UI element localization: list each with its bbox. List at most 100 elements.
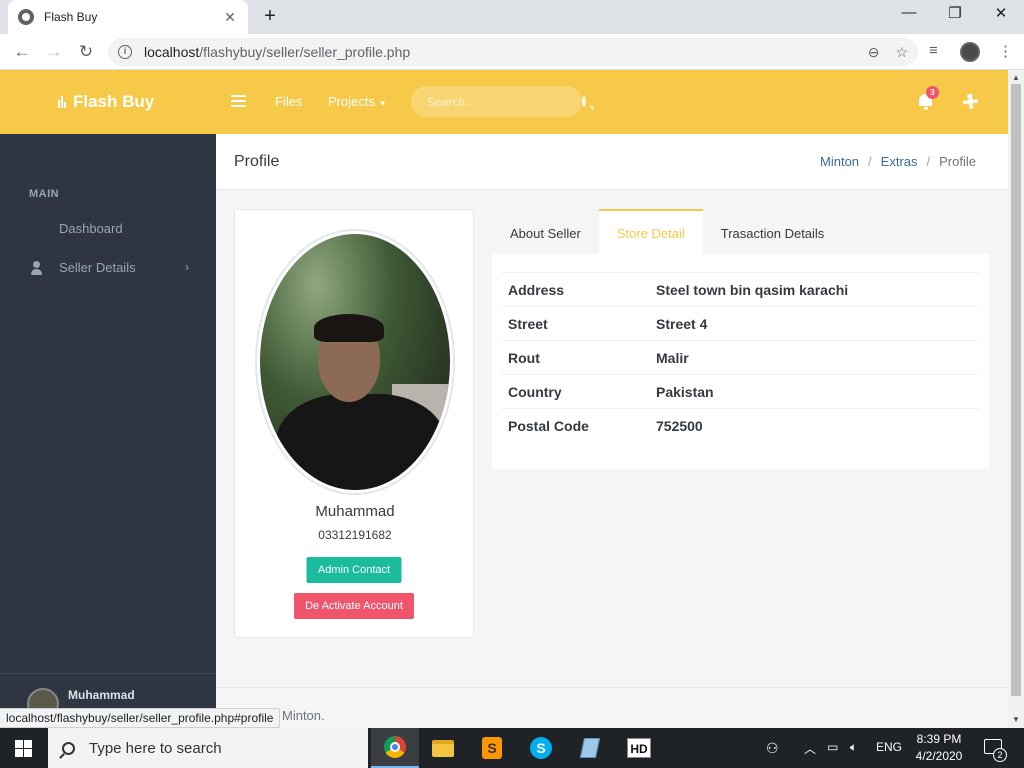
search-box[interactable] [411, 86, 586, 117]
detail-value: Street 4 [650, 306, 979, 341]
scrollbar[interactable]: ▲ ▼ [1008, 70, 1024, 728]
footer-text: Minton. [282, 708, 325, 723]
notification-badge: 3 [926, 86, 939, 99]
brand-logo[interactable]: Flash Buy [58, 92, 154, 112]
clock-time: 8:39 PM [916, 732, 962, 746]
profile-tabs: About Seller Store Detail Trasaction Det… [492, 209, 989, 255]
profile-card: Muhammad 03312191682 Admin Contact De Ac… [234, 209, 474, 638]
address-bar[interactable]: i localhost/flashybuy/seller/seller_prof… [108, 38, 918, 66]
windows-start-icon[interactable] [15, 740, 32, 757]
user-icon [30, 260, 43, 275]
store-detail-table: Address Steel town bin qasim karachi Stre… [502, 272, 979, 443]
dashboard-icon [30, 222, 43, 235]
taskbar: Type here to search S S HD ⚇ ︿ ▭ 🔈︎ ENG … [0, 728, 1024, 768]
page-title: Profile [234, 153, 280, 170]
people-icon[interactable]: ⚇ [766, 740, 779, 757]
notepad-taskbar-icon[interactable] [566, 728, 614, 768]
sidebar-section-title: MAIN [29, 188, 60, 200]
browser-tab[interactable]: Flash Buy ✕ [8, 0, 248, 34]
system-clock[interactable]: 8:39 PM 4/2/2020 [904, 731, 974, 765]
action-center-count: 2 [993, 748, 1007, 762]
scrollbar-thumb[interactable] [1011, 84, 1021, 696]
taskbar-search[interactable]: Type here to search [48, 728, 368, 768]
sidebar-user-name: Muhammad [68, 688, 135, 702]
deactivate-account-button[interactable]: De Activate Account [294, 593, 414, 619]
caret-down-icon: ▼ [378, 99, 387, 108]
file-explorer-taskbar-icon[interactable] [419, 728, 467, 768]
bookmark-star-icon[interactable]: ☆ [895, 44, 908, 61]
sidebar: MAIN Dashboard Seller Details › Muhammad [0, 134, 216, 728]
scroll-up-icon[interactable]: ▲ [1012, 73, 1020, 82]
detail-value: Steel town bin qasim karachi [650, 272, 979, 307]
detail-value: Pakistan [650, 374, 979, 409]
globe-icon [18, 9, 34, 25]
breadcrumb-link-extras[interactable]: Extras [881, 154, 918, 169]
breadcrumb-link-minton[interactable]: Minton [820, 154, 859, 169]
profile-name: Muhammad [315, 503, 395, 520]
detail-key: Address [502, 272, 650, 307]
forward-button[interactable]: → [42, 40, 66, 64]
nav-link-projects[interactable]: Projects ▼ [328, 94, 387, 109]
close-tab-icon[interactable]: ✕ [222, 9, 238, 26]
media-control-icon[interactable]: ≡ [929, 42, 938, 59]
sublime-text-taskbar-icon[interactable]: S [468, 728, 516, 768]
store-detail-panel: Address Steel town bin qasim karachi Stre… [492, 254, 989, 469]
sidebar-item-dashboard[interactable]: Dashboard [0, 210, 216, 246]
status-bar-url: localhost/flashybuy/seller/seller_profil… [0, 708, 281, 728]
detail-key: Street [502, 306, 650, 341]
skype-taskbar-icon[interactable]: S [517, 728, 565, 768]
zoom-icon[interactable]: ⊖ [868, 44, 880, 61]
admin-contact-button[interactable]: Admin Contact [306, 557, 402, 583]
search-input[interactable] [427, 94, 582, 109]
hd-app-taskbar-icon[interactable]: HD [615, 728, 663, 768]
search-icon[interactable] [582, 96, 586, 107]
volume-icon[interactable]: 🔈︎ [850, 740, 857, 755]
breadcrumb: Minton / Extras / Profile [820, 154, 976, 169]
reload-button[interactable]: ↻ [74, 40, 98, 64]
tab-store-detail[interactable]: Store Detail [598, 209, 703, 255]
table-row: Street Street 4 [502, 306, 979, 341]
profile-photo [255, 229, 455, 495]
browser-menu-icon[interactable]: ⋮ [998, 42, 1013, 60]
clock-date: 4/2/2020 [915, 749, 963, 763]
detail-key: Country [502, 374, 650, 409]
new-tab-button[interactable]: + [258, 5, 282, 28]
table-row: Country Pakistan [502, 374, 979, 409]
chevron-right-icon: › [185, 260, 189, 274]
profile-phone: 03312191682 [318, 528, 392, 542]
tab-title: Flash Buy [44, 10, 98, 24]
detail-key: Rout [502, 340, 650, 375]
table-row: Rout Malir [502, 340, 979, 375]
search-icon [62, 741, 75, 755]
tab-transaction-details[interactable]: Trasaction Details [703, 209, 843, 255]
close-window-button[interactable]: ✕ [978, 4, 1024, 22]
detail-value: 752500 [650, 408, 979, 443]
browser-tab-strip: Flash Buy ✕ + — ❐ ✕ [0, 0, 1024, 34]
language-indicator[interactable]: ENG [876, 740, 902, 754]
minimize-button[interactable]: — [886, 4, 932, 21]
detail-value: Malir [650, 340, 979, 375]
detail-key: Postal Code [502, 408, 650, 443]
table-row: Postal Code 752500 [502, 408, 979, 443]
chrome-taskbar-icon[interactable] [371, 728, 419, 768]
gear-icon[interactable] [963, 94, 978, 109]
info-icon[interactable]: i [118, 45, 132, 59]
scroll-down-icon[interactable]: ▼ [1012, 715, 1020, 724]
app-viewport: Flash Buy Files Projects ▼ 3 MAIN Dashbo… [0, 70, 1008, 728]
restore-button[interactable]: ❐ [932, 4, 978, 22]
breadcrumb-current: Profile [939, 154, 976, 169]
tray-chevron-icon[interactable]: ︿ [804, 740, 816, 757]
menu-toggle-icon[interactable] [231, 95, 246, 107]
tab-about-seller[interactable]: About Seller [492, 209, 599, 255]
taskbar-search-text: Type here to search [89, 739, 222, 757]
bar-chart-icon [58, 96, 66, 108]
profile-avatar-icon[interactable] [960, 42, 980, 62]
url-text[interactable]: localhost/flashybuy/seller/seller_profil… [144, 44, 852, 60]
network-icon[interactable]: ▭ [827, 740, 838, 754]
nav-link-files[interactable]: Files [275, 94, 302, 109]
page-header: Profile Minton / Extras / Profile [216, 134, 1008, 190]
browser-toolbar: ← → ↻ i localhost/flashybuy/seller/selle… [0, 34, 1024, 70]
sidebar-item-seller-details[interactable]: Seller Details › [0, 249, 216, 285]
back-button[interactable]: ← [10, 40, 34, 64]
topbar: Flash Buy Files Projects ▼ 3 [0, 70, 1008, 134]
